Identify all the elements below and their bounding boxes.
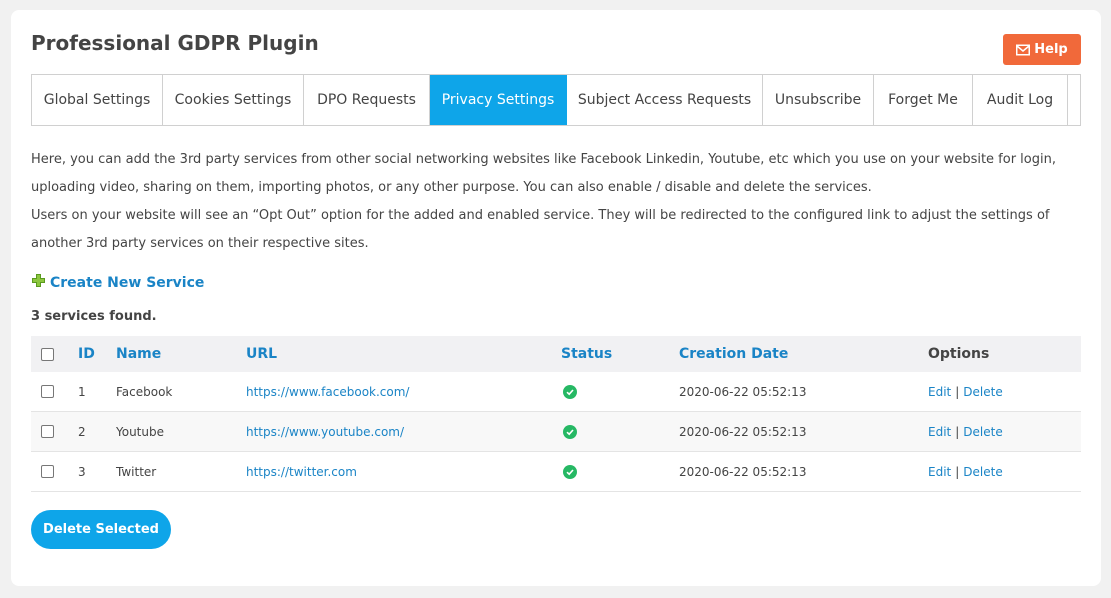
- row-select-cell: [41, 372, 54, 411]
- row-name: Youtube: [116, 424, 164, 439]
- row-status[interactable]: [563, 372, 577, 411]
- create-new-service-label: Create New Service: [50, 274, 205, 291]
- header-creation-date[interactable]: Creation Date: [679, 336, 788, 372]
- select-all-checkbox[interactable]: [41, 347, 54, 361]
- delete-selected-button[interactable]: Delete Selected: [31, 510, 171, 549]
- row-name: Facebook: [116, 384, 173, 399]
- help-label: Help: [1034, 42, 1068, 57]
- options-separator: |: [955, 424, 960, 439]
- tab-global-settings[interactable]: Global Settings: [32, 75, 163, 125]
- header-id[interactable]: ID: [78, 336, 95, 372]
- row-creation-date: 2020-06-22 05:52:13: [679, 384, 807, 399]
- row-options: Edit | Delete: [928, 412, 1003, 451]
- check-circle-icon: [563, 464, 577, 479]
- row-creation-date: 2020-06-22 05:52:13: [679, 424, 807, 439]
- check-circle-icon: [563, 424, 577, 439]
- row-name: Twitter: [116, 464, 157, 479]
- row-id: 1: [78, 384, 86, 399]
- row-url-link[interactable]: https://www.facebook.com/: [246, 372, 409, 411]
- row-status[interactable]: [563, 412, 577, 451]
- row-options: Edit | Delete: [928, 372, 1003, 411]
- header-options: Options: [928, 346, 990, 362]
- tab-audit-log[interactable]: Audit Log: [973, 75, 1068, 125]
- row-status[interactable]: [563, 452, 577, 491]
- services-table: ID Name URL Status Creation Date Options…: [31, 336, 1081, 492]
- edit-link[interactable]: Edit: [928, 425, 951, 439]
- row-url-link[interactable]: https://www.youtube.com/: [246, 412, 404, 451]
- row-checkbox[interactable]: [41, 385, 54, 398]
- row-select-cell: [41, 412, 54, 451]
- services-count: 3 services found.: [31, 309, 157, 324]
- delete-link[interactable]: Delete: [963, 425, 1002, 439]
- row-url-link[interactable]: https://twitter.com: [246, 452, 357, 491]
- tab-dpo-requests[interactable]: DPO Requests: [304, 75, 430, 125]
- create-new-service-link[interactable]: Create New Service: [32, 274, 204, 291]
- select-all-cell: [41, 336, 54, 372]
- row-checkbox[interactable]: [41, 465, 54, 478]
- header-status[interactable]: Status: [561, 336, 612, 372]
- help-button[interactable]: Help: [1003, 34, 1081, 65]
- row-select-cell: [41, 452, 54, 491]
- plus-icon: [32, 274, 45, 291]
- delete-link[interactable]: Delete: [963, 385, 1002, 399]
- tab-cookies-settings[interactable]: Cookies Settings: [163, 75, 304, 125]
- edit-link[interactable]: Edit: [928, 465, 951, 479]
- description-paragraph-2: Users on your website will see an “Opt O…: [31, 208, 1050, 251]
- tab-forget-me[interactable]: Forget Me: [874, 75, 973, 125]
- row-creation-date: 2020-06-22 05:52:13: [679, 464, 807, 479]
- description: Here, you can add the 3rd party services…: [31, 146, 1081, 258]
- header-url[interactable]: URL: [246, 336, 277, 372]
- settings-panel: Professional GDPR Plugin Help Global Set…: [11, 10, 1101, 586]
- table-header: ID Name URL Status Creation Date Options: [31, 336, 1081, 372]
- row-checkbox[interactable]: [41, 425, 54, 438]
- edit-link[interactable]: Edit: [928, 385, 951, 399]
- description-paragraph-1: Here, you can add the 3rd party services…: [31, 152, 1056, 195]
- tab-subject-access-requests[interactable]: Subject Access Requests: [567, 75, 763, 125]
- envelope-icon: [1016, 44, 1031, 56]
- page-title: Professional GDPR Plugin: [31, 31, 319, 55]
- table-row: 3 Twitter https://twitter.com 2020-06-22…: [31, 452, 1081, 492]
- tab-privacy-settings[interactable]: Privacy Settings: [430, 75, 567, 125]
- header-name[interactable]: Name: [116, 336, 161, 372]
- table-row: 1 Facebook https://www.facebook.com/ 202…: [31, 372, 1081, 412]
- tab-unsubscribe[interactable]: Unsubscribe: [763, 75, 874, 125]
- row-id: 2: [78, 424, 86, 439]
- check-circle-icon: [563, 384, 577, 399]
- settings-tabs: Global Settings Cookies Settings DPO Req…: [31, 74, 1081, 126]
- row-id: 3: [78, 464, 86, 479]
- options-separator: |: [955, 464, 960, 479]
- table-row: 2 Youtube https://www.youtube.com/ 2020-…: [31, 412, 1081, 452]
- delete-link[interactable]: Delete: [963, 465, 1002, 479]
- row-options: Edit | Delete: [928, 452, 1003, 491]
- options-separator: |: [955, 384, 960, 399]
